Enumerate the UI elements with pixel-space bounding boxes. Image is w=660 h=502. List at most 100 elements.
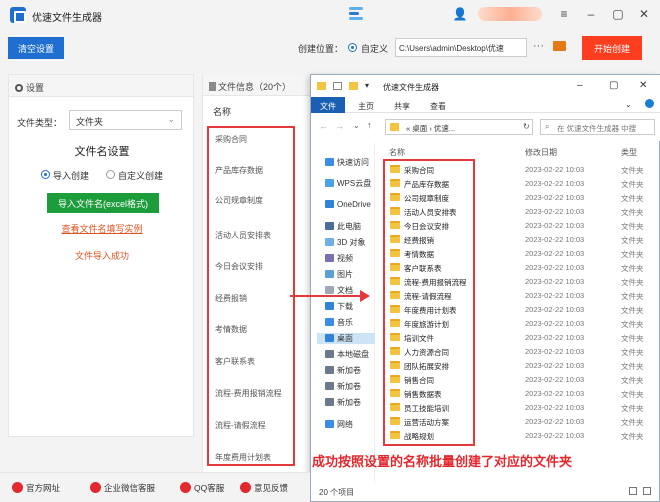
tiles-view-icon[interactable]	[643, 487, 651, 495]
type-column-header[interactable]: 类型	[621, 147, 637, 158]
table-row[interactable]: 销售合同 2023-02-22 10:03 文件夹	[387, 373, 657, 386]
list-item[interactable]: 产品库存数据	[215, 165, 295, 176]
table-row[interactable]: 流程-费用报销流程 2023-02-22 10:03 文件夹	[387, 275, 657, 288]
nav-item-network[interactable]: 网络	[317, 419, 375, 430]
import-create-radio[interactable]	[41, 170, 50, 179]
new-folder-icon[interactable]	[349, 82, 358, 90]
qq-service-link[interactable]: QQ客服	[180, 482, 224, 494]
help-icon[interactable]	[645, 99, 654, 108]
details-view-icon[interactable]	[629, 487, 637, 495]
list-item[interactable]: 采购合同	[215, 134, 295, 145]
search-icon: ⌕	[545, 122, 550, 131]
search-input[interactable]: ⌕ 在 优速文件生成器 中搜	[540, 119, 655, 135]
file-type: 文件夹	[621, 432, 644, 441]
table-row[interactable]: 年度旅游计划 2023-02-22 10:03 文件夹	[387, 317, 657, 330]
table-row[interactable]: 流程-请假流程 2023-02-22 10:03 文件夹	[387, 289, 657, 302]
nav-item-quick-access[interactable]: 快速访问	[317, 157, 375, 168]
table-row[interactable]: 今日会议安排 2023-02-22 10:03 文件夹	[387, 219, 657, 232]
feedback-link[interactable]: 意见反馈	[240, 482, 288, 494]
list-item[interactable]: 流程-请假流程	[215, 420, 295, 431]
list-item[interactable]: 考情数据	[215, 324, 295, 335]
official-site-link[interactable]: 官方网址	[12, 482, 60, 494]
date-column-header[interactable]: 修改日期	[525, 147, 557, 158]
table-row[interactable]: 考情数据 2023-02-22 10:03 文件夹	[387, 247, 657, 260]
start-create-button[interactable]: 开始创建	[582, 36, 642, 60]
table-row[interactable]: 公司规章制度 2023-02-22 10:03 文件夹	[387, 191, 657, 204]
wechat-service-link[interactable]: 企业微信客服	[90, 482, 155, 494]
picture-icon	[325, 270, 334, 278]
list-item[interactable]: 流程-费用报销流程	[215, 388, 295, 399]
recent-chevron-icon[interactable]: ⌄	[353, 121, 360, 130]
table-row[interactable]: 客户联系表 2023-02-22 10:03 文件夹	[387, 261, 657, 274]
name-column-header[interactable]: 名称	[389, 147, 405, 158]
menu-icon[interactable]: ≡	[556, 6, 572, 22]
file-name: 培训文件	[404, 334, 434, 343]
nav-item-local-disk[interactable]: 本地磁盘	[317, 349, 375, 360]
app-logo-icon	[10, 7, 26, 23]
tab-view[interactable]: 查看	[423, 97, 453, 113]
nav-item-music[interactable]: 音乐	[317, 317, 375, 328]
minimize-icon[interactable]: –	[583, 6, 599, 22]
table-row[interactable]: 产品库存数据 2023-02-22 10:03 文件夹	[387, 177, 657, 190]
nav-item-volume[interactable]: 新加卷	[317, 381, 375, 392]
table-row[interactable]: 采购合同 2023-02-22 10:03 文件夹	[387, 163, 657, 176]
tab-share[interactable]: 共享	[387, 97, 417, 113]
forward-arrow-icon[interactable]: →	[335, 121, 344, 131]
back-arrow-icon[interactable]: ←	[319, 121, 328, 131]
up-arrow-icon[interactable]: ↑	[367, 120, 372, 130]
minimize-icon[interactable]: –	[577, 80, 583, 91]
address-bar[interactable]: « 桌面 › 优速...	[385, 119, 533, 135]
import-filenames-button[interactable]: 导入文件名(excel格式)	[47, 193, 159, 213]
open-folder-icon[interactable]	[553, 41, 566, 51]
clear-settings-button[interactable]: 清空设置	[8, 37, 64, 59]
chevron-down-icon[interactable]: ⌄	[625, 100, 632, 109]
nav-item-this-pc[interactable]: 此电脑	[317, 221, 375, 232]
filetype-select[interactable]: 文件夹 ⌄	[69, 110, 182, 130]
list-item[interactable]: 经费报销	[215, 293, 295, 304]
refresh-icon[interactable]: ↻	[523, 122, 530, 131]
nav-item-onedrive[interactable]: OneDrive	[317, 200, 375, 209]
nav-item-volume[interactable]: 新加卷	[317, 365, 375, 376]
close-icon[interactable]: ✕	[639, 80, 647, 91]
list-item[interactable]: 公司规章制度	[215, 195, 295, 206]
nav-item-volume[interactable]: 新加卷	[317, 397, 375, 408]
table-row[interactable]: 运营活动方案 2023-02-22 10:03 文件夹	[387, 415, 657, 428]
nav-item-desktop[interactable]: 桌面	[317, 333, 375, 344]
user-icon[interactable]: 👤	[452, 6, 468, 22]
arrow-head	[360, 290, 370, 302]
maximize-icon[interactable]: ▢	[609, 80, 618, 91]
list-item[interactable]: 年度费用计划表	[215, 452, 295, 463]
custom-create-radio[interactable]	[106, 170, 115, 179]
nav-item-3d[interactable]: 3D 对象	[317, 237, 375, 248]
disk-icon	[325, 350, 334, 358]
quick-access-chevron-icon[interactable]: ▾	[365, 81, 369, 90]
maximize-icon[interactable]: ▢	[610, 6, 626, 22]
properties-icon[interactable]	[333, 82, 342, 90]
video-icon	[325, 254, 334, 262]
example-link[interactable]: 查看文件名填写实例	[9, 222, 195, 235]
tab-file[interactable]: 文件	[311, 97, 345, 113]
table-row[interactable]: 员工技能培训 2023-02-22 10:03 文件夹	[387, 401, 657, 414]
tab-home[interactable]: 主页	[351, 97, 381, 113]
path-input[interactable]: C:\Users\admin\Desktop\优速	[395, 38, 527, 57]
list-item[interactable]: 今日会议安排	[215, 261, 295, 272]
list-item[interactable]: 活动人员安排表	[215, 230, 295, 241]
table-row[interactable]: 培训文件 2023-02-22 10:03 文件夹	[387, 331, 657, 344]
list-item[interactable]: 客户联系表	[215, 356, 295, 367]
close-icon[interactable]: ✕	[636, 6, 652, 22]
table-row[interactable]: 战略规划 2023-02-22 10:03 文件夹	[387, 429, 657, 442]
folder-icon	[390, 319, 400, 327]
table-row[interactable]: 活动人员安排表 2023-02-22 10:03 文件夹	[387, 205, 657, 218]
table-row[interactable]: 人力资源合同 2023-02-22 10:03 文件夹	[387, 345, 657, 358]
feedback-icon	[240, 482, 251, 493]
nav-item-downloads[interactable]: 下载	[317, 301, 375, 312]
table-row[interactable]: 年度费用计划表 2023-02-22 10:03 文件夹	[387, 303, 657, 316]
custom-location-radio[interactable]	[348, 43, 357, 52]
table-row[interactable]: 销售数据表 2023-02-22 10:03 文件夹	[387, 387, 657, 400]
nav-item-pictures[interactable]: 图片	[317, 269, 375, 280]
browse-button[interactable]: ···	[533, 40, 544, 52]
table-row[interactable]: 经费报销 2023-02-22 10:03 文件夹	[387, 233, 657, 246]
nav-item-videos[interactable]: 视频	[317, 253, 375, 264]
nav-item-wps[interactable]: WPS云盘	[317, 178, 375, 189]
table-row[interactable]: 团队拓展安排 2023-02-22 10:03 文件夹	[387, 359, 657, 372]
